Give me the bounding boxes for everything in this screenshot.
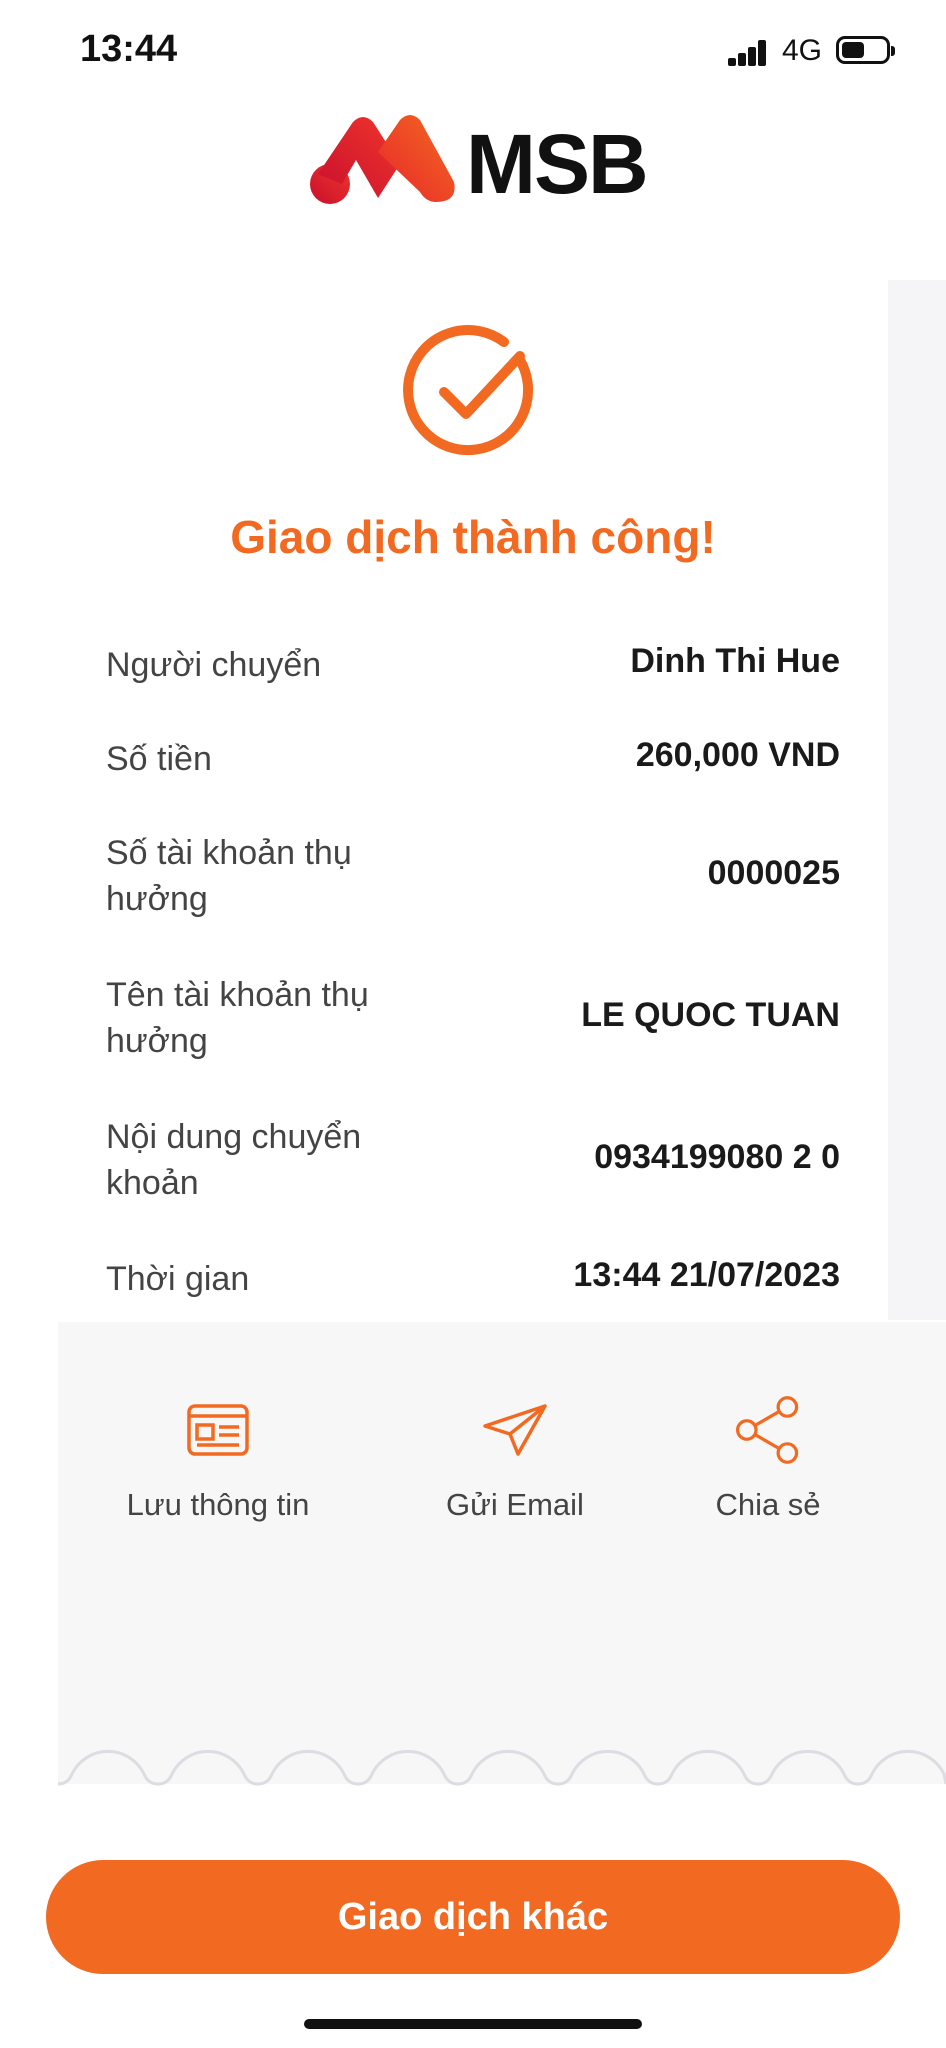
save-info-button[interactable]: Lưu thông tin [88, 1395, 348, 1523]
send-email-button[interactable]: Gửi Email [385, 1395, 645, 1523]
detail-row-amount: Số tiền 260,000 VND [106, 736, 840, 782]
share-icon [735, 1396, 799, 1464]
detail-row-time: Thời gian 13:44 21/07/2023 [106, 1256, 840, 1302]
detail-label: Nội dung chuyển khoản [106, 1118, 362, 1202]
home-indicator [304, 2019, 642, 2029]
receipt-scallop-edge [58, 1750, 946, 1796]
detail-label: Số tiền [106, 740, 212, 778]
detail-row-transfer-content: Nội dung chuyển khoản 0934199080 2 0 [106, 1114, 840, 1206]
status-time: 13:44 [80, 28, 178, 70]
status-bar: 13:44 4G [0, 0, 946, 100]
detail-label: Số tài khoản thụ hưởng [106, 834, 352, 918]
detail-label: Thời gian [106, 1260, 250, 1298]
msb-logo-icon [310, 115, 455, 204]
send-email-label: Gửi Email [446, 1487, 584, 1522]
brand-logo: MSB [308, 112, 658, 211]
share-button[interactable]: Chia sẻ [638, 1395, 898, 1523]
detail-row-account-number: Số tài khoản thụ hưởng 0000025 [106, 830, 840, 922]
save-info-label: Lưu thông tin [126, 1487, 310, 1522]
card-edge-shade [888, 280, 946, 1320]
battery-icon [836, 36, 895, 64]
brand-name: MSB [466, 117, 649, 211]
network-type: 4G [782, 34, 823, 67]
save-card-icon [187, 1404, 249, 1456]
success-title: Giao dịch thành công! [230, 511, 716, 563]
detail-value: 13:44 21/07/2023 [573, 1256, 840, 1294]
paper-plane-icon [483, 1404, 547, 1456]
detail-value: 260,000 VND [635, 736, 840, 774]
detail-row-account-name: Tên tài khoản thụ hưởng LE QUOC TUAN [106, 972, 840, 1064]
success-check-icon [403, 325, 534, 455]
other-transaction-button[interactable]: Giao dịch khác [46, 1860, 900, 1974]
detail-value: LE QUOC TUAN [581, 996, 840, 1034]
detail-value: 0934199080 2 0 [594, 1138, 840, 1176]
share-label: Chia sẻ [715, 1487, 821, 1522]
detail-value: Dinh Thi Hue [630, 642, 840, 680]
receipt-bottom [58, 1322, 946, 1792]
detail-label: Tên tài khoản thụ hưởng [106, 976, 369, 1060]
detail-value: 0000025 [707, 854, 840, 892]
detail-row-sender: Người chuyển Dinh Thi Hue [106, 642, 840, 688]
detail-label: Người chuyển [106, 646, 322, 684]
signal-icon [728, 40, 768, 66]
